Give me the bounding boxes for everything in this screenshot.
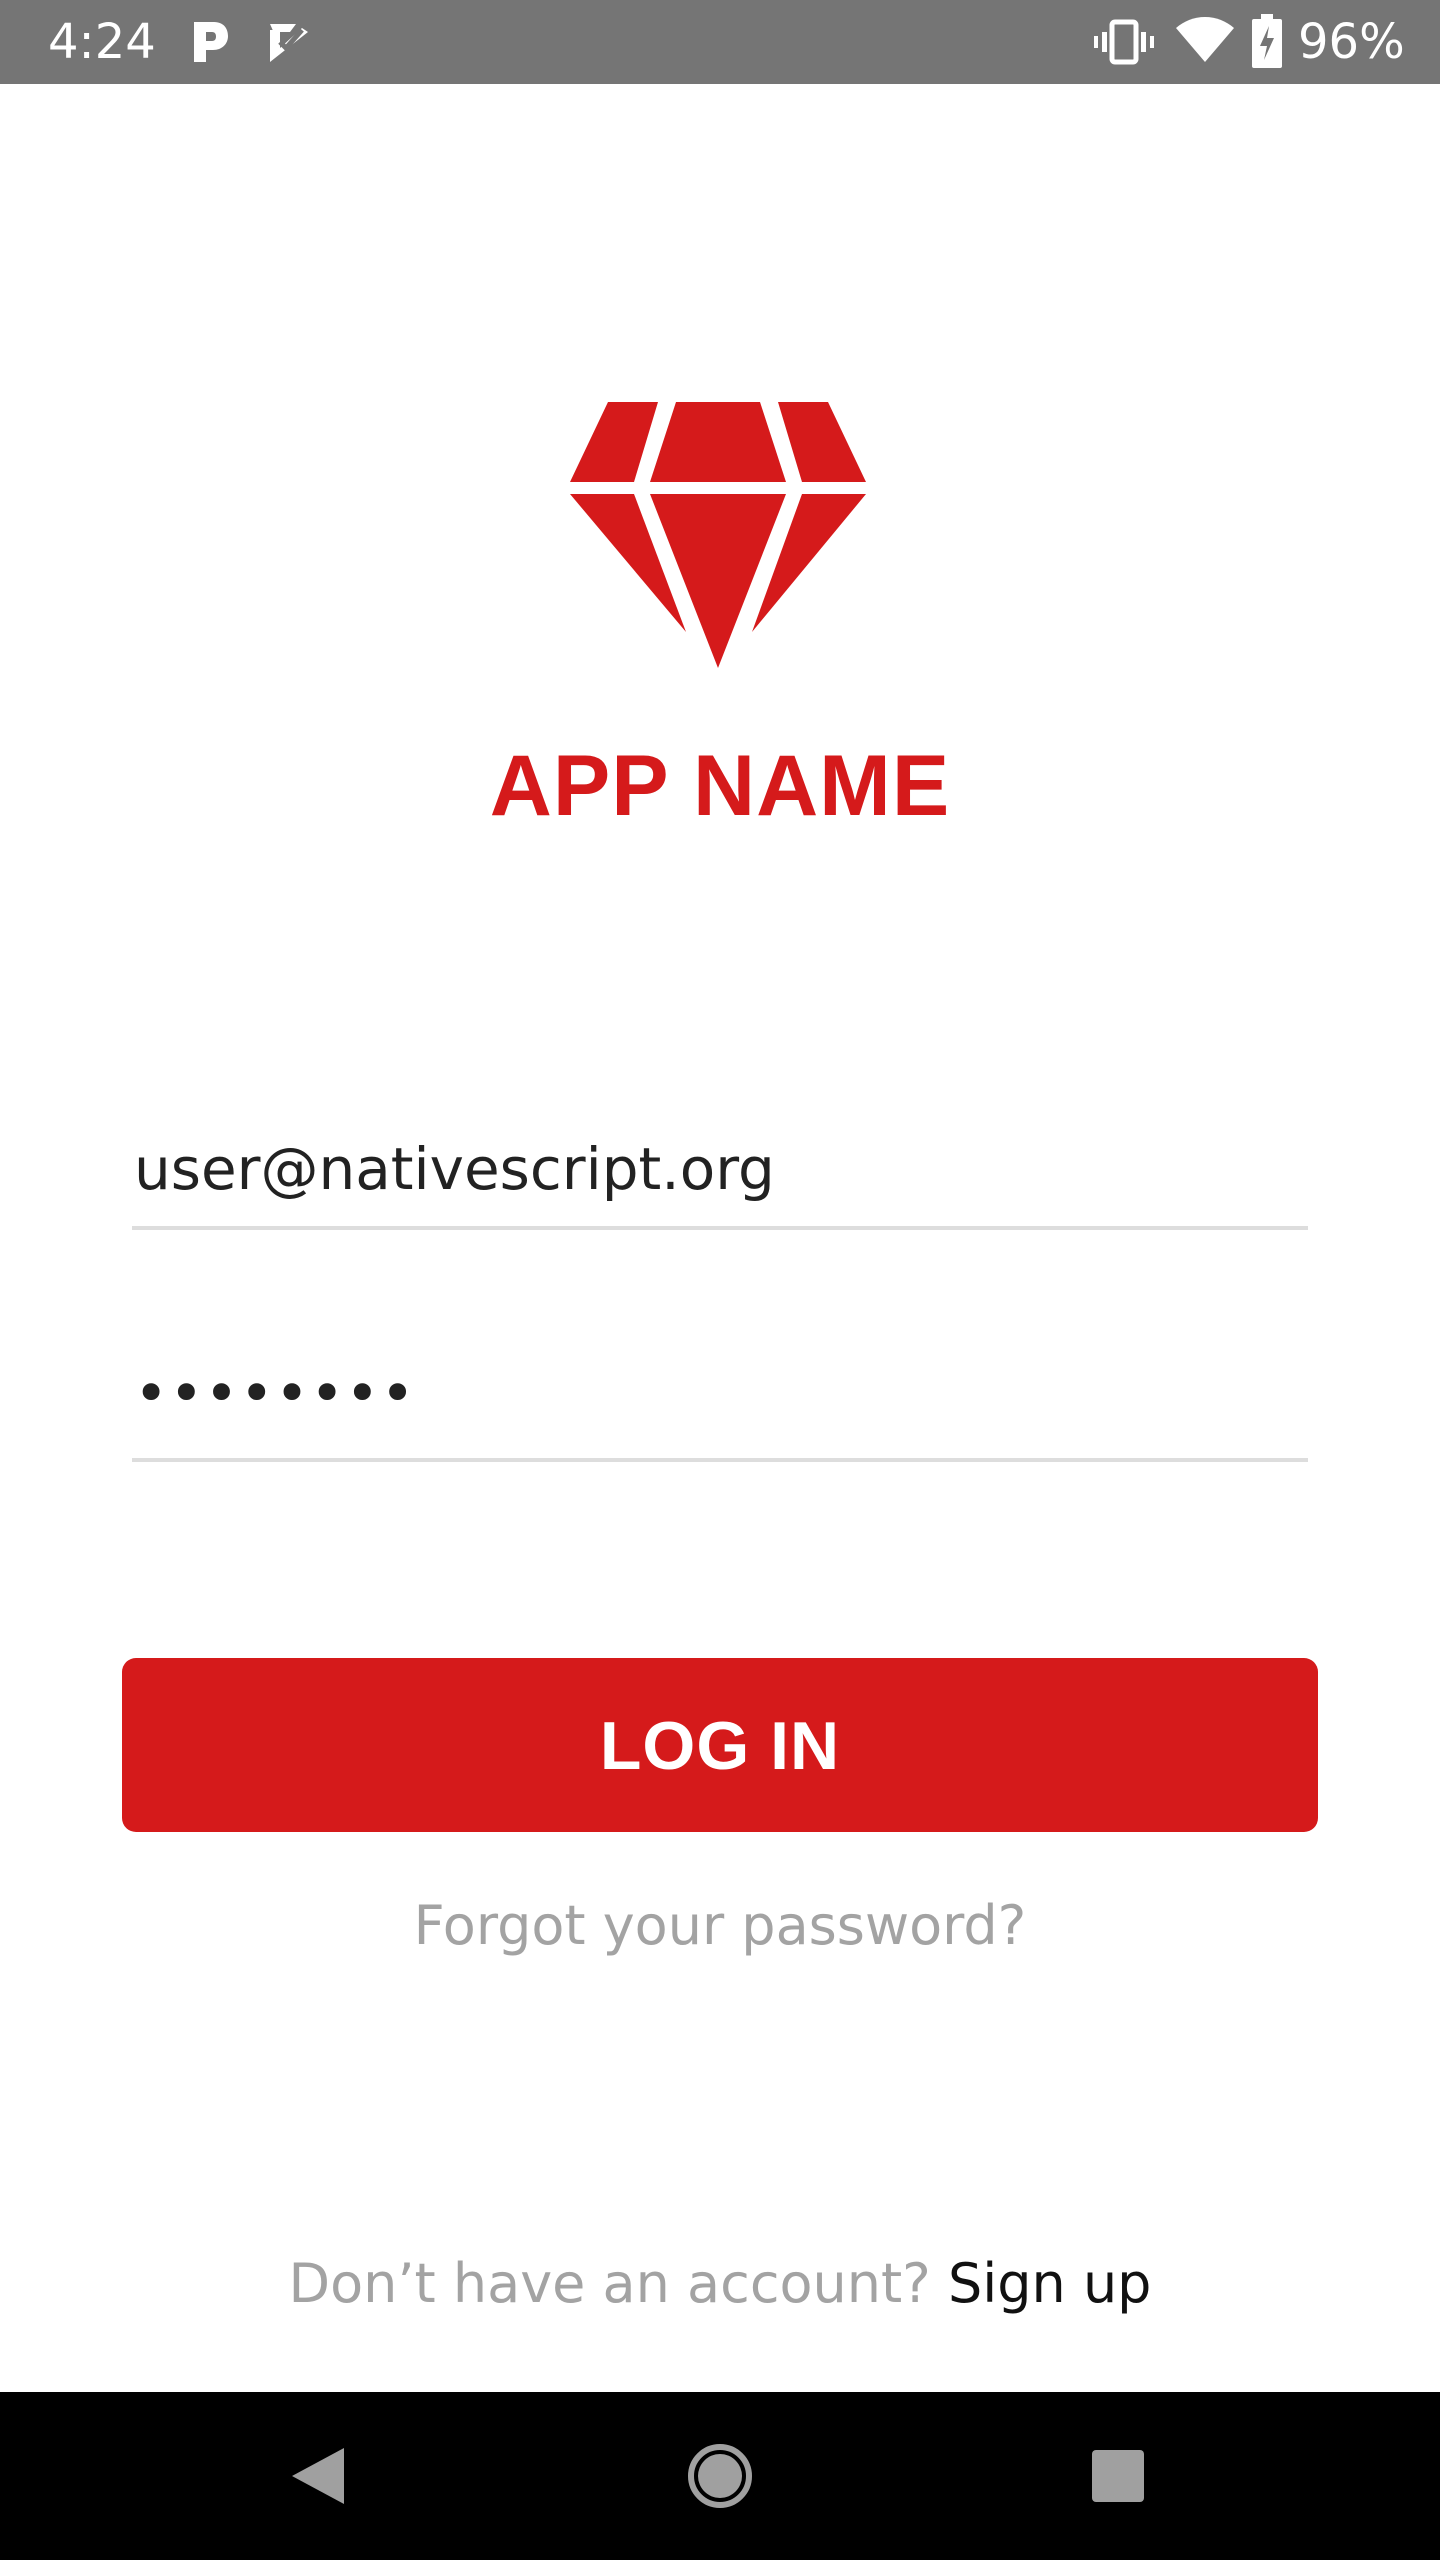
signup-prompt: Don’t have an account? <box>288 2252 931 2315</box>
signup-row: Don’t have an account? Sign up <box>0 2246 1440 2322</box>
password-input[interactable]: •••••••• <box>134 1364 416 1422</box>
wifi-icon <box>1176 17 1234 62</box>
battery-percentage: 96% <box>1298 14 1405 70</box>
forgot-password-link[interactable]: Forgot your password? <box>0 1888 1440 1964</box>
diamond-logo-icon <box>570 402 866 668</box>
status-time: 4:24 <box>48 14 156 70</box>
login-button[interactable]: LOG IN <box>122 1658 1318 1832</box>
signup-link[interactable]: Sign up <box>948 2252 1151 2315</box>
parking-app-icon <box>194 22 228 62</box>
home-icon[interactable] <box>636 2392 804 2560</box>
app-name: APP NAME <box>489 738 951 834</box>
password-field[interactable]: •••••••• <box>132 1340 1308 1462</box>
vibrate-icon <box>1094 19 1154 65</box>
email-input[interactable] <box>134 1134 1294 1204</box>
recents-icon[interactable] <box>1034 2392 1202 2560</box>
battery-charging-icon <box>1252 14 1282 68</box>
email-field[interactable] <box>132 1110 1308 1230</box>
navigation-bar <box>0 2392 1440 2560</box>
status-bar: 4:24 96% <box>0 0 1440 84</box>
checkmark-app-icon <box>270 24 308 62</box>
back-icon[interactable] <box>234 2392 402 2560</box>
